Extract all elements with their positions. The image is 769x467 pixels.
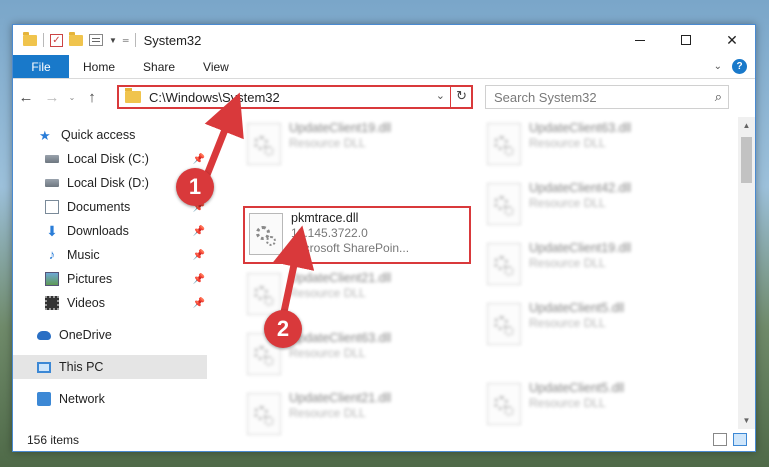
annotation-arrows: [201, 92, 315, 313]
step-2-badge: 2: [264, 310, 302, 348]
step-1-badge: 1: [176, 168, 214, 206]
arrow-to-address-bar: [201, 92, 244, 182]
arrow-to-file: [273, 225, 315, 313]
